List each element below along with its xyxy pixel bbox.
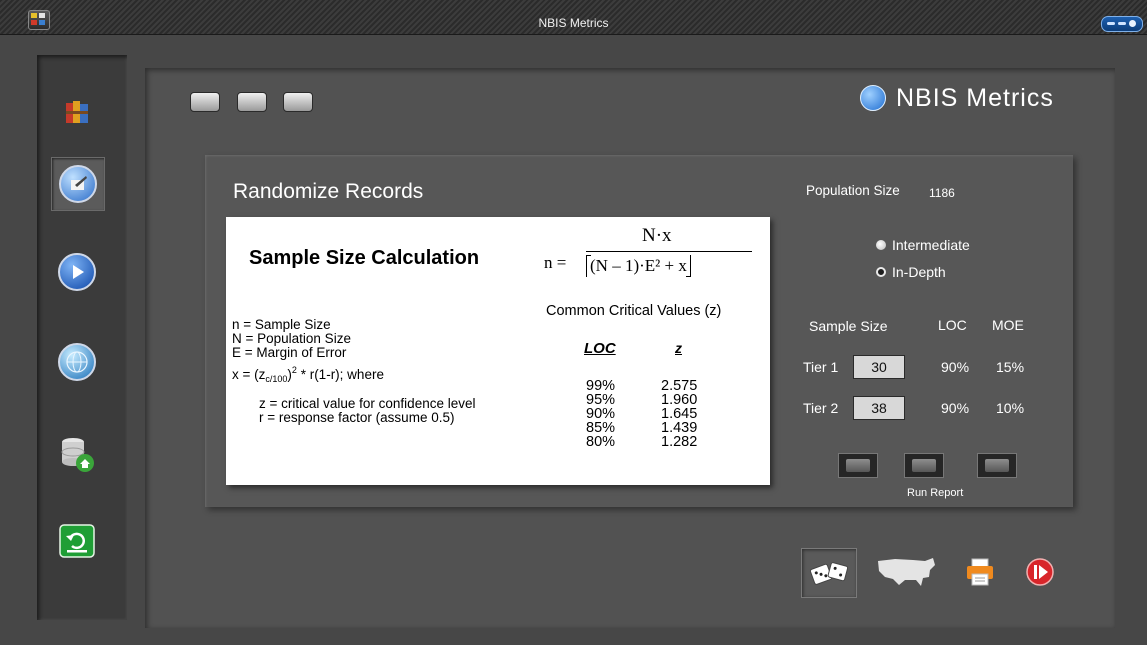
formula-lhs: n =: [544, 253, 567, 272]
formula-numerator: N·x: [642, 225, 672, 246]
report-button-1[interactable]: [838, 453, 878, 478]
table-row: 85% 1.439: [586, 420, 698, 436]
print-button[interactable]: [960, 548, 1000, 596]
formula-card: Sample Size Calculation n = N·x (N – 1)·…: [226, 217, 770, 485]
sidebar-records-button[interactable]: [51, 85, 103, 137]
tier-1-moe: 15%: [996, 359, 1025, 375]
report-button-3[interactable]: [977, 453, 1017, 478]
critical-values-table: 99% 2.575 95% 1.960 90% 1.645 85% 1.439 80% 1…: [586, 378, 698, 450]
population-size-label: Population Size: [806, 183, 900, 198]
tier-1-sample-input[interactable]: 30: [853, 355, 905, 379]
def-N: N = Population Size: [232, 331, 351, 346]
def-z: z = critical value for confidence level: [259, 396, 476, 411]
title-bar: NBIS Metrics: [0, 0, 1147, 35]
radio-selected-icon: [876, 267, 886, 277]
play-icon: [58, 253, 96, 291]
sidebar-web-button[interactable]: [51, 336, 103, 388]
radio-unselected-icon: [876, 240, 886, 250]
globe-icon: [58, 343, 96, 381]
critical-values-title: Common Critical Values (z): [546, 303, 722, 319]
sidebar: [37, 55, 127, 620]
run-report-label: Run Report: [907, 487, 964, 499]
population-size-value: 1186: [929, 186, 955, 200]
tier-2-loc: 90%: [941, 400, 970, 416]
radio-intermediate[interactable]: Intermediate: [876, 237, 970, 253]
dice-icon: [809, 562, 849, 585]
app-window: NBIS Metrics NBIS Metrics Randomize Reco…: [0, 0, 1147, 645]
radio-in-depth[interactable]: In-Depth: [876, 264, 946, 280]
definitions: n = Sample Size N = Population Size E = …: [232, 318, 475, 425]
sidebar-database-home-button[interactable]: [51, 427, 103, 479]
top-button-1[interactable]: [190, 92, 220, 112]
table-row: 80% 1.282: [586, 434, 698, 450]
def-r: r = response factor (assume 0.5): [259, 410, 455, 425]
window-title: NBIS Metrics: [538, 16, 609, 30]
table-row: 95% 1.960: [586, 392, 698, 408]
edit-icon: [59, 165, 97, 203]
sample-size-header: Sample Size: [809, 318, 888, 334]
tier-2-moe: 10%: [996, 400, 1025, 416]
brand: NBIS Metrics: [860, 82, 1054, 114]
sidebar-refresh-button[interactable]: [51, 515, 103, 567]
dice-button[interactable]: [801, 548, 857, 598]
moe-column-header: MOE: [992, 317, 1024, 333]
brand-name: NBIS Metrics: [896, 83, 1054, 112]
printer-icon: [967, 558, 993, 586]
top-button-3[interactable]: [283, 92, 313, 112]
z-header: z: [675, 340, 682, 356]
tier-2-label: Tier 2: [803, 400, 839, 416]
sidebar-edit-button[interactable]: [51, 157, 105, 211]
def-n: n = Sample Size: [232, 317, 331, 332]
map-button[interactable]: [873, 548, 939, 596]
exit-icon: [1026, 558, 1054, 586]
def-x: x = (zc/100)2 * r(1-r); where: [232, 365, 384, 384]
loc-header: LOC: [584, 340, 616, 357]
exit-button[interactable]: [1020, 548, 1060, 596]
table-row: 90% 1.645: [586, 406, 698, 422]
database-home-icon: [61, 438, 94, 472]
tier-1-loc: 90%: [941, 359, 970, 375]
report-button-2[interactable]: [904, 453, 944, 478]
card-heading: Sample Size Calculation: [249, 247, 480, 269]
tier-2-sample-input[interactable]: 38: [853, 396, 905, 420]
window-controls[interactable]: [1101, 16, 1143, 32]
table-row: 99% 2.575: [586, 378, 698, 394]
section-title: Randomize Records: [233, 180, 424, 203]
tier-1-label: Tier 1: [803, 359, 839, 375]
refresh-icon: [59, 524, 95, 558]
formula-denominator: (N – 1)·E² + x: [586, 255, 691, 277]
top-button-2[interactable]: [237, 92, 267, 112]
usa-map-icon: [878, 558, 935, 586]
loc-column-header: LOC: [938, 317, 967, 333]
sidebar-play-button[interactable]: [51, 246, 103, 298]
fraction-bar: [586, 251, 752, 252]
books-icon: [66, 101, 88, 123]
def-E: E = Margin of Error: [232, 345, 347, 360]
nbis-logo-icon: [860, 85, 886, 111]
sample-size-formula: n = N·x (N – 1)·E² + x: [544, 225, 764, 281]
